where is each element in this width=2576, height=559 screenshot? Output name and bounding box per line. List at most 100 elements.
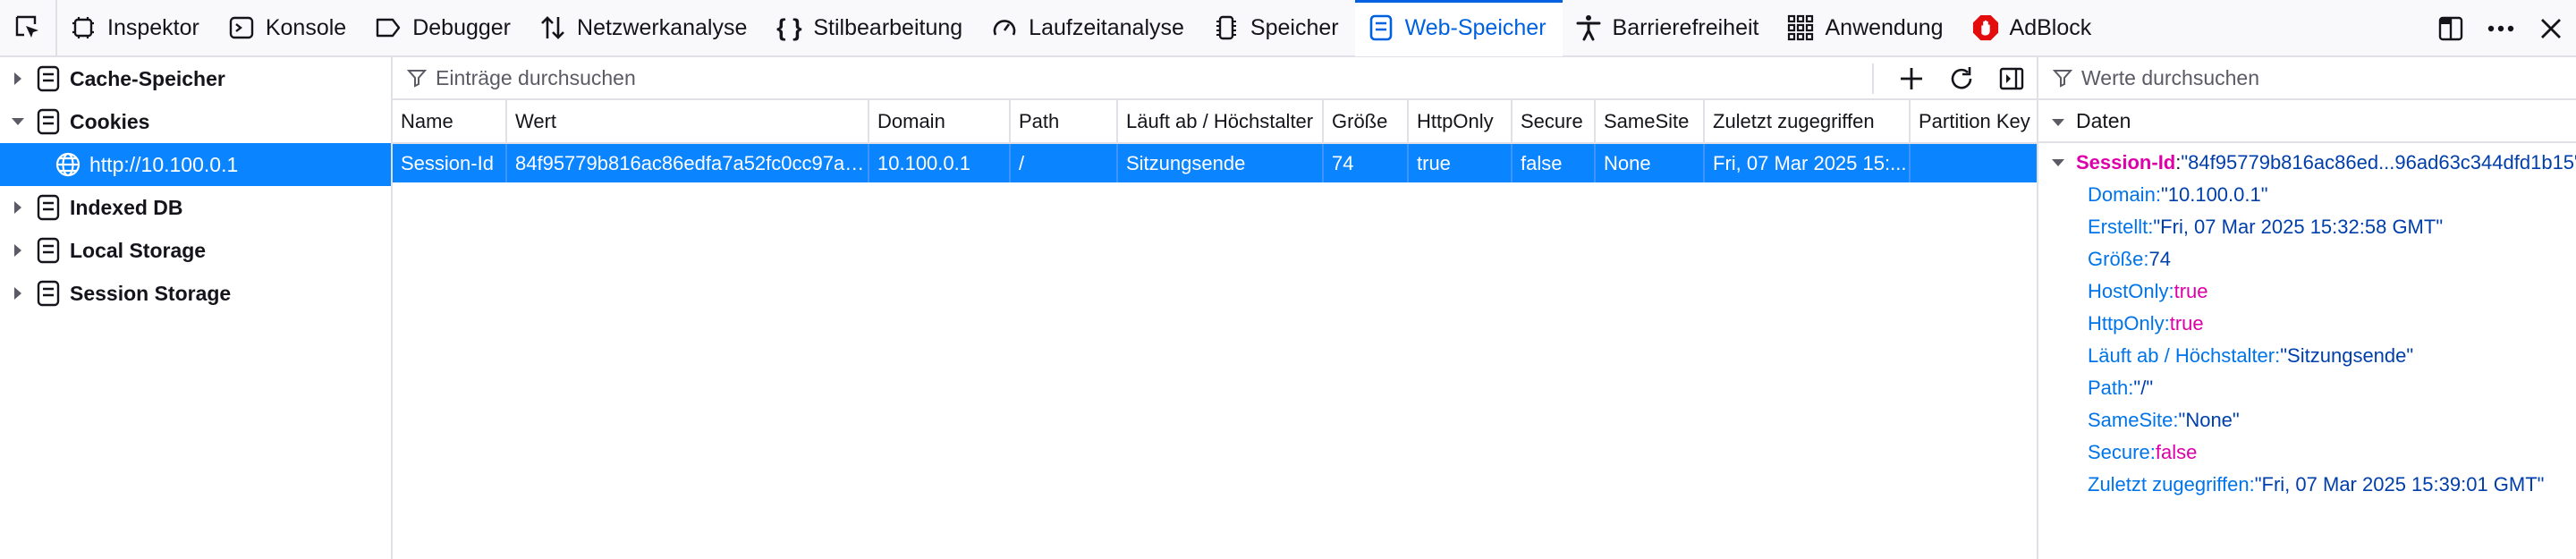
tree-item-cache-storage[interactable]: Cache-Speicher	[0, 57, 391, 100]
storage-tree: Cache-Speicher Cookies http://10.100.0.1…	[0, 57, 393, 559]
tab-console[interactable]: Konsole	[216, 0, 362, 56]
property-row[interactable]: Path:"/"	[2038, 372, 2576, 404]
add-item-button[interactable]	[1886, 57, 1936, 100]
storage-type-icon	[34, 64, 63, 93]
property-row[interactable]: Läuft ab / Höchstalter:"Sitzungsende"	[2038, 340, 2576, 372]
expand-arrow-icon[interactable]	[7, 200, 29, 215]
tree-item-label: Cache-Speicher	[70, 66, 225, 90]
details-sidebar: Werte durchsuchen Daten Session-Id: "84f9…	[2037, 57, 2576, 559]
table-filter-bar: Einträge durchsuchen	[393, 57, 2037, 100]
tab-storage[interactable]: Web-Speicher	[1354, 0, 1563, 56]
tab-label: AdBlock	[2009, 14, 2092, 40]
cell-samesite[interactable]: None	[1595, 143, 1705, 182]
property-row[interactable]: Zuletzt zugegriffen:"Fri, 07 Mar 2025 15…	[2038, 469, 2576, 501]
property-value: "Fri, 07 Mar 2025 15:32:58 GMT"	[2153, 216, 2444, 238]
tab-label: Inspektor	[107, 14, 199, 40]
property-key: Path	[2088, 377, 2129, 399]
cell-domain[interactable]: 10.100.0.1	[869, 143, 1011, 182]
tree-item-session-storage[interactable]: Session Storage	[0, 272, 391, 315]
property-value: "10.100.0.1"	[2160, 183, 2268, 206]
refresh-button[interactable]	[1936, 57, 1987, 100]
expand-arrow-icon[interactable]	[7, 72, 29, 86]
property-value: "/"	[2133, 377, 2154, 399]
tab-memory[interactable]: Speicher	[1200, 0, 1355, 56]
cell-last-accessed[interactable]: Fri, 07 Mar 2025 15:...	[1704, 143, 1911, 182]
table-row[interactable]: Session-Id 84f95779b816ac86edfa7a52fc0cc…	[393, 143, 2037, 182]
tab-label: Anwendung	[1825, 14, 1944, 40]
storage-icon	[1368, 14, 1394, 41]
collapse-arrow-icon[interactable]	[2051, 157, 2065, 168]
tab-label: Stilbearbeitung	[813, 14, 963, 40]
ellipsis-icon	[2487, 25, 2514, 32]
element-picker-button[interactable]	[0, 0, 57, 56]
toolbar-right-controls	[2426, 0, 2576, 57]
property-row[interactable]: SameSite:"None"	[2038, 404, 2576, 436]
column-header[interactable]: Wert	[506, 100, 869, 144]
more-options-button[interactable]	[2476, 0, 2526, 57]
property-root[interactable]: Session-Id: "84f95779b816ac86ed...96ad63c…	[2038, 147, 2576, 179]
tab-application[interactable]: Anwendung	[1775, 0, 1959, 56]
tree-item-origin[interactable]: http://10.100.0.1	[0, 143, 391, 186]
tree-item-label: Cookies	[70, 109, 150, 133]
sidebar-filter-bar: Werte durchsuchen	[2038, 57, 2576, 100]
tab-label: Netzwerkanalyse	[577, 14, 748, 40]
column-header[interactable]: Name	[393, 100, 507, 144]
table-header-row: Name Wert Domain Path Läuft ab / Höchsta…	[393, 100, 2037, 144]
property-row[interactable]: Größe:74	[2038, 243, 2576, 275]
tree-item-indexed-db[interactable]: Indexed DB	[0, 186, 391, 229]
cell-expires[interactable]: Sitzungsende	[1117, 143, 1324, 182]
sidebar-filter-input[interactable]: Werte durchsuchen	[2081, 66, 2259, 90]
tab-debugger[interactable]: Debugger	[362, 0, 527, 56]
property-row[interactable]: HttpOnly:true	[2038, 308, 2576, 340]
filter-icon	[407, 68, 430, 88]
property-key: Läuft ab / Höchstalter	[2088, 344, 2275, 367]
column-header[interactable]: HttpOnly	[1408, 100, 1513, 144]
tab-label: Web-Speicher	[1404, 14, 1546, 40]
close-devtools-button[interactable]	[2526, 0, 2576, 57]
cell-path[interactable]: /	[1010, 143, 1118, 182]
plus-icon	[1901, 68, 1922, 89]
column-header[interactable]: Größe	[1323, 100, 1409, 144]
tab-inspector[interactable]: Inspektor	[57, 0, 216, 56]
property-row[interactable]: Erstellt:"Fri, 07 Mar 2025 15:32:58 GMT"	[2038, 211, 2576, 243]
collapse-arrow-icon[interactable]	[2051, 109, 2065, 133]
storage-type-icon	[34, 107, 63, 136]
storage-type-icon	[34, 193, 63, 222]
cell-value[interactable]: 84f95779b816ac86edfa7a52fc0cc97a0...	[506, 143, 869, 182]
expand-arrow-icon[interactable]	[7, 286, 29, 301]
table-filter-input[interactable]: Einträge durchsuchen	[436, 66, 636, 90]
cell-size[interactable]: 74	[1323, 143, 1409, 182]
tab-network[interactable]: Netzwerkanalyse	[527, 0, 763, 56]
property-key: Domain	[2088, 183, 2156, 206]
tab-performance[interactable]: Laufzeitanalyse	[979, 0, 1200, 56]
data-section-header[interactable]: Daten	[2038, 100, 2576, 143]
column-header[interactable]: Partition Key	[1910, 100, 2037, 144]
property-value: "None"	[2178, 409, 2240, 431]
column-header[interactable]: SameSite	[1595, 100, 1705, 144]
dock-button[interactable]	[2426, 0, 2476, 57]
toggle-sidebar-button[interactable]	[1987, 57, 2037, 100]
column-header[interactable]: Läuft ab / Höchstalter	[1117, 100, 1324, 144]
column-header[interactable]: Zuletzt zugegriffen	[1704, 100, 1911, 144]
column-header[interactable]: Secure	[1512, 100, 1596, 144]
tree-item-cookies[interactable]: Cookies	[0, 100, 391, 143]
cell-httponly[interactable]: true	[1408, 143, 1513, 182]
property-key: Session-Id	[2076, 151, 2176, 174]
property-row[interactable]: Domain:"10.100.0.1"	[2038, 179, 2576, 211]
cell-partition-key[interactable]	[1910, 143, 2037, 182]
collapse-arrow-icon[interactable]	[7, 116, 29, 127]
adblock-icon	[1972, 14, 1999, 41]
column-header[interactable]: Domain	[869, 100, 1011, 144]
cell-secure[interactable]: false	[1512, 143, 1596, 182]
tab-accessibility[interactable]: Barrierefreiheit	[1563, 0, 1775, 56]
property-row[interactable]: HostOnly:true	[2038, 275, 2576, 308]
tab-label: Konsole	[265, 14, 347, 40]
tree-item-local-storage[interactable]: Local Storage	[0, 229, 391, 272]
property-row[interactable]: Secure:false	[2038, 436, 2576, 469]
tab-style-editor[interactable]: { } Stilbearbeitung	[763, 0, 979, 56]
tab-adblock[interactable]: AdBlock	[1960, 0, 2108, 56]
expand-arrow-icon[interactable]	[7, 243, 29, 258]
column-header[interactable]: Path	[1010, 100, 1118, 144]
cell-name[interactable]: Session-Id	[393, 143, 507, 182]
divider	[1872, 64, 1874, 94]
